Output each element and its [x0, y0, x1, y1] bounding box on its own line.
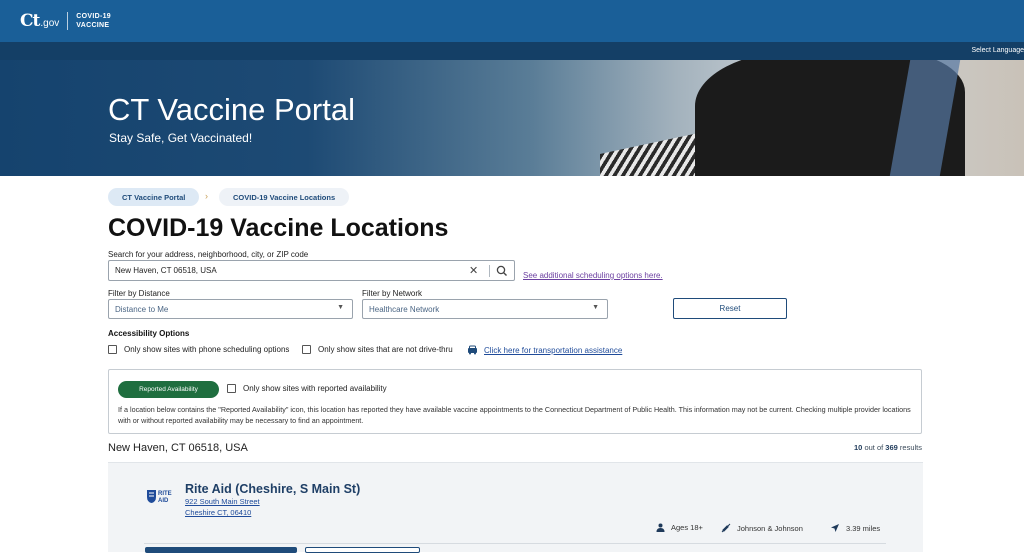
additional-scheduling-link[interactable]: See additional scheduling options here.: [523, 271, 663, 280]
reported-availability-checkbox[interactable]: [227, 384, 236, 393]
reported-availability-badge: Reported Availability: [118, 381, 219, 398]
hero-banner: CT Vaccine Portal Stay Safe, Get Vaccina…: [0, 60, 1024, 176]
ct-gov-logo[interactable]: Ct: [20, 11, 40, 31]
distance-select-value: Distance to Me: [115, 305, 169, 314]
breadcrumb-item-locations[interactable]: COVID-19 Vaccine Locations: [219, 188, 350, 206]
availability-panel: Reported Availability Only show sites wi…: [108, 369, 922, 434]
results-total: 369: [885, 443, 898, 452]
rite-aid-logo-text-2: AID: [158, 498, 169, 504]
search-label: Search for your address, neighborhood, c…: [108, 250, 309, 259]
distance-text: 3.39 miles: [846, 523, 881, 533]
rite-aid-logo: RITE AID: [147, 490, 172, 504]
language-bar: Select Language: [0, 42, 1024, 60]
hero-subtitle: Stay Safe, Get Vaccinated!: [109, 131, 253, 145]
card-primary-button[interactable]: [145, 547, 297, 553]
location-card[interactable]: RITE AID Rite Aid (Cheshire, S Main St) …: [108, 462, 923, 553]
breadcrumb-chevron-icon: ›: [205, 191, 208, 201]
select-language-link[interactable]: Select Language: [971, 47, 1024, 54]
age-text: Ages 18+: [671, 523, 703, 532]
card-divider: [144, 543, 886, 544]
distance-info: 3.39 miles: [830, 523, 880, 533]
hero-title: CT Vaccine Portal: [108, 92, 355, 127]
phone-scheduling-label[interactable]: Only show sites with phone scheduling op…: [124, 345, 289, 354]
chevron-down-icon: ▼: [337, 304, 344, 311]
results-count: 10 out of 369 results: [854, 443, 922, 452]
network-select-value: Healthcare Network: [369, 305, 440, 314]
vaccine-type: Johnson & Johnson: [721, 523, 803, 533]
breadcrumb-item-portal[interactable]: CT Vaccine Portal: [108, 188, 200, 206]
chevron-down-icon: ▼: [592, 304, 599, 311]
search-input[interactable]: New Haven, CT 06518, USA ✕: [108, 260, 515, 281]
vaccine-text: Johnson & Johnson: [737, 523, 803, 533]
logo-sub-line2: VACCINE: [76, 22, 110, 29]
car-icon: [468, 345, 477, 355]
logo-divider: [67, 12, 69, 30]
reported-availability-label[interactable]: Only show sites with reported availabili…: [243, 384, 387, 393]
network-select[interactable]: Healthcare Network ▼: [362, 299, 608, 319]
phone-scheduling-checkbox[interactable]: [108, 345, 117, 354]
ct-gov-logo-suffix[interactable]: .gov: [40, 18, 59, 29]
availability-description: If a location below contains the "Report…: [118, 405, 911, 425]
card-secondary-button[interactable]: [305, 547, 420, 553]
age-requirement: Ages 18+: [656, 523, 703, 532]
phone-scheduling-option[interactable]: Only show sites with phone scheduling op…: [108, 345, 289, 354]
not-drive-thru-option[interactable]: Only show sites that are not drive-thru: [302, 345, 453, 354]
search-divider: [489, 265, 490, 277]
navigation-arrow-icon: [831, 524, 839, 532]
network-filter-label: Filter by Network: [362, 289, 423, 298]
distance-filter-label: Filter by Distance: [108, 289, 170, 298]
search-icon[interactable]: [495, 264, 509, 278]
not-drive-thru-label[interactable]: Only show sites that are not drive-thru: [318, 345, 453, 354]
accessibility-title: Accessibility Options: [108, 329, 190, 338]
results-suffix: results: [897, 443, 922, 452]
top-bar: Ct .gov COVID-19 VACCINE: [0, 0, 1024, 42]
distance-select[interactable]: Distance to Me ▼: [108, 299, 353, 319]
results-location: New Haven, CT 06518, USA: [108, 442, 248, 454]
logo-sub-line1: COVID-19: [76, 13, 111, 20]
location-address-line2[interactable]: Cheshire CT, 06410: [185, 508, 251, 517]
reported-availability-option[interactable]: Only show sites with reported availabili…: [227, 384, 387, 393]
transportation-assistance-link[interactable]: Click here for transportation assistance: [484, 346, 622, 355]
location-address-line1[interactable]: 922 South Main Street: [185, 497, 260, 506]
page-title: COVID-19 Vaccine Locations: [108, 214, 449, 242]
clear-icon[interactable]: ✕: [469, 264, 478, 277]
syringe-icon: [721, 523, 731, 533]
location-title[interactable]: Rite Aid (Cheshire, S Main St): [185, 482, 360, 496]
results-out-of: out of: [862, 443, 886, 452]
reset-button[interactable]: Reset: [673, 298, 787, 319]
search-input-value[interactable]: New Haven, CT 06518, USA: [115, 266, 217, 275]
not-drive-thru-checkbox[interactable]: [302, 345, 311, 354]
covid-vaccine-logo-text: COVID-19 VACCINE: [76, 12, 111, 30]
rite-aid-logo-text-1: RITE: [158, 491, 172, 497]
person-icon: [656, 523, 665, 532]
